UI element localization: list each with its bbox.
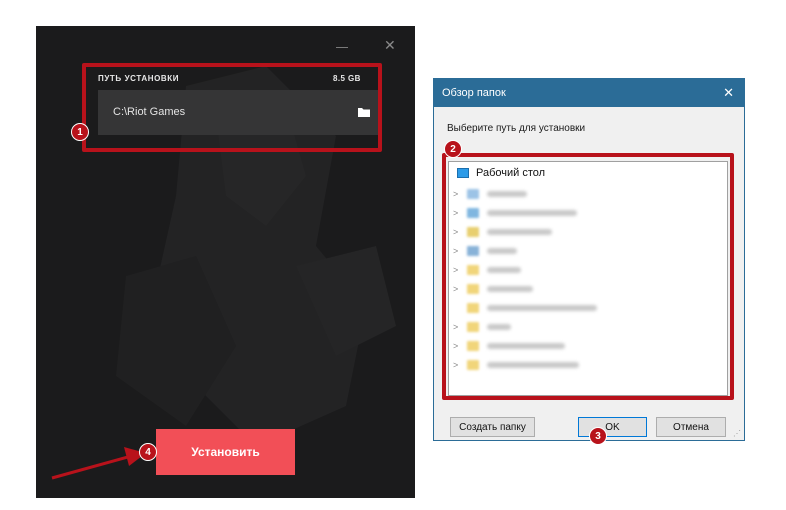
dialog-close-icon[interactable]: ✕ xyxy=(723,85,734,101)
highlight-box-tree xyxy=(442,153,734,400)
dialog-prompt: Выберите путь для установки xyxy=(447,123,586,134)
new-folder-button[interactable]: Создать папку xyxy=(450,417,535,437)
close-icon[interactable]: ✕ xyxy=(384,38,396,52)
step-badge-1: 1 xyxy=(71,123,89,141)
minimize-icon[interactable] xyxy=(336,47,348,48)
resize-grip-icon[interactable]: ⋰ xyxy=(733,429,741,438)
dialog-title: Обзор папок xyxy=(442,87,506,99)
cancel-button[interactable]: Отмена xyxy=(656,417,726,437)
dialog-titlebar: Обзор папок ✕ xyxy=(434,79,744,107)
step-badge-2: 2 xyxy=(444,140,462,158)
step-badge-4: 4 xyxy=(139,443,157,461)
install-button[interactable]: Установить xyxy=(156,429,295,475)
step-badge-3: 3 xyxy=(589,427,607,445)
highlight-box-path xyxy=(82,63,382,152)
